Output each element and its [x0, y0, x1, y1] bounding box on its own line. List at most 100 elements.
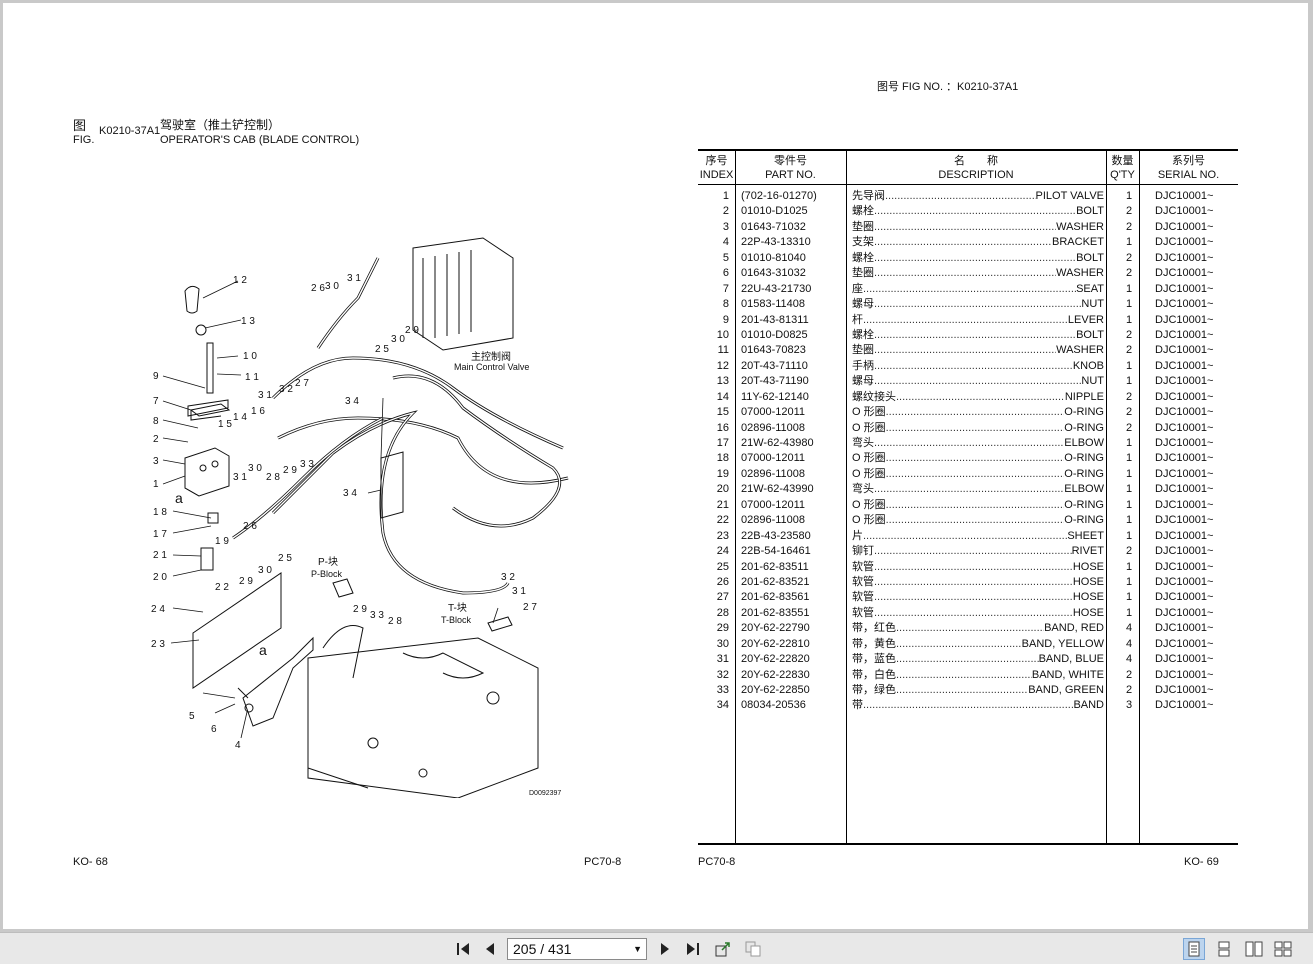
callout-15: 1 5	[218, 419, 232, 430]
last-page-icon[interactable]	[682, 938, 704, 960]
row-serial: DJC10001~	[1155, 560, 1214, 573]
row-serial: DJC10001~	[1155, 606, 1214, 619]
copy-icon[interactable]	[742, 938, 764, 960]
row-part-no: 20Y-62-22790	[741, 622, 810, 635]
table-row: 14 11Y-62-12140 螺纹接头 NIPPLE 2 DJC10001~	[698, 390, 1238, 405]
row-serial: DJC10001~	[1155, 622, 1214, 635]
row-serial: DJC10001~	[1155, 575, 1214, 588]
row-serial: DJC10001~	[1155, 328, 1214, 341]
row-description-en: O-RING	[1064, 421, 1104, 434]
table-row: 9 201-43-81311 杆 LEVER 1 DJC10001~	[698, 313, 1238, 328]
ref-a-1: a	[175, 490, 183, 506]
table-row: 3 01643-71032 垫圈 WASHER 2 DJC10001~	[698, 220, 1238, 235]
parts-table: 序号 INDEX 零件号 PART NO. 名 称 DESCRIPTION 数量 Q'T…	[698, 149, 1238, 845]
table-row: 16 02896-11008 O 形圈 O-RING 2 DJC10001~	[698, 421, 1238, 436]
row-serial: DJC10001~	[1155, 637, 1214, 650]
row-part-no: 20T-43-71110	[741, 359, 808, 372]
export-icon[interactable]	[712, 938, 734, 960]
single-page-view-icon[interactable]	[1183, 938, 1205, 960]
table-row: 13 20T-43-71190 螺母 NUT 1 DJC10001~	[698, 374, 1238, 389]
row-part-no: 20Y-62-22810	[741, 637, 810, 650]
row-part-no: 02896-11008	[741, 514, 806, 527]
row-serial: DJC10001~	[1155, 190, 1214, 202]
leader-dots	[886, 421, 1065, 436]
row-description: 带，蓝色 BAND, BLUE	[852, 652, 1104, 667]
callout-33a: 3 3	[300, 459, 314, 470]
table-body: 1(702-16-01270)先导阀PILOT VALVE1DJC10001~2…	[698, 189, 1238, 714]
row-part-no: 07000-12011	[741, 406, 806, 419]
continuous-view-icon[interactable]	[1213, 938, 1235, 960]
leader-dots	[874, 374, 1081, 389]
callout-10: 1 0	[243, 351, 257, 362]
row-index: 9	[722, 313, 729, 326]
row-serial: DJC10001~	[1155, 699, 1214, 712]
row-description-cn: 座	[852, 282, 863, 295]
callout-27a: 2 7	[295, 378, 309, 389]
row-description-en: O-RING	[1064, 452, 1104, 465]
row-description: 垫圈 WASHER	[852, 220, 1104, 235]
row-qty: 1	[1125, 437, 1133, 449]
row-serial: DJC10001~	[1155, 267, 1214, 280]
page-number-select[interactable]: 205 / 431 ▼	[507, 938, 647, 960]
row-description-cn: O 形圈	[852, 421, 886, 434]
row-serial: DJC10001~	[1155, 545, 1214, 558]
row-description: 带，白色 BAND, WHITE	[852, 668, 1104, 683]
row-part-no: (702-16-01270)	[741, 190, 817, 202]
header-index: 序号 INDEX	[699, 155, 734, 181]
callout-30c: 3 0	[325, 281, 339, 292]
right-fig-number: 图号 FIG NO. ：K0210-37A1	[877, 81, 1019, 93]
row-description-en: BAND, GREEN	[1028, 684, 1104, 696]
row-description-cn: 螺母	[852, 298, 874, 311]
document-page: 图 FIG. K0210-37A1 驾驶室（推土铲控制） OPERATOR'S …	[3, 3, 1308, 929]
row-description-en: KNOB	[1072, 359, 1104, 372]
leader-dots	[874, 560, 1073, 575]
row-index: 18	[716, 452, 729, 465]
table-row: 1 (702-16-01270) 先导阀 PILOT VALVE 1 DJC10001~	[698, 189, 1238, 204]
row-part-no: 201-62-83521	[741, 575, 810, 588]
table-row: 10 01010-D0825 螺栓 BOLT 2 DJC10001~	[698, 328, 1238, 343]
leader-dots	[863, 313, 1068, 328]
two-page-continuous-view-icon[interactable]	[1272, 938, 1294, 960]
row-qty: 1	[1125, 236, 1133, 249]
prev-page-icon[interactable]	[479, 938, 501, 960]
callout-28a: 2 8	[266, 472, 280, 483]
row-description-cn: 带，蓝色	[852, 653, 896, 666]
callout-29b: 2 9	[239, 576, 253, 587]
leader-dots	[896, 637, 1022, 652]
row-serial: DJC10001~	[1155, 220, 1214, 233]
header-description: 名 称 DESCRIPTION	[938, 155, 1014, 181]
first-page-icon[interactable]	[452, 938, 474, 960]
two-page-view-icon[interactable]	[1243, 938, 1265, 960]
row-index: 12	[716, 359, 729, 372]
table-row: 15 07000-12011 O 形圈 O-RING 2 DJC10001~	[698, 405, 1238, 420]
row-index: 20	[716, 483, 729, 496]
row-qty: 1	[1125, 467, 1133, 480]
callout-29a: 2 9	[283, 465, 297, 476]
row-serial: DJC10001~	[1155, 467, 1214, 480]
row-description-cn: O 形圈	[852, 452, 886, 465]
callout-11: 1 1	[245, 372, 259, 383]
row-qty: 1	[1125, 298, 1133, 311]
table-row: 2 01010-D1025 螺栓 BOLT 2 DJC10001~	[698, 204, 1238, 219]
callout-31a: 3 1	[258, 390, 272, 401]
row-index: 33	[716, 684, 729, 696]
leader-dots	[874, 590, 1073, 605]
leader-dots	[874, 544, 1072, 559]
row-description: 垫圈 WASHER	[852, 266, 1104, 281]
table-row: 20 21W-62-43990 弯头 ELBOW 1 DJC10001~	[698, 482, 1238, 497]
row-part-no: 20Y-62-22850	[741, 684, 810, 696]
leader-dots	[874, 328, 1076, 343]
row-description-cn: 带，黄色	[852, 637, 896, 650]
row-part-no: 01010-81040	[741, 251, 806, 264]
row-part-no: 22B-54-16461	[741, 545, 811, 558]
leader-dots	[886, 467, 1065, 482]
row-description-en: WASHER	[1056, 344, 1104, 357]
leader-dots	[896, 668, 1032, 683]
header-divider	[698, 184, 1238, 185]
table-row: 22 02896-11008 O 形圈 O-RING 1 DJC10001~	[698, 513, 1238, 528]
row-serial: DJC10001~	[1155, 529, 1214, 542]
row-description-en: WASHER	[1056, 267, 1104, 280]
leader-dots	[886, 451, 1065, 466]
row-description-en: O-RING	[1064, 467, 1104, 480]
next-page-icon[interactable]	[654, 938, 676, 960]
